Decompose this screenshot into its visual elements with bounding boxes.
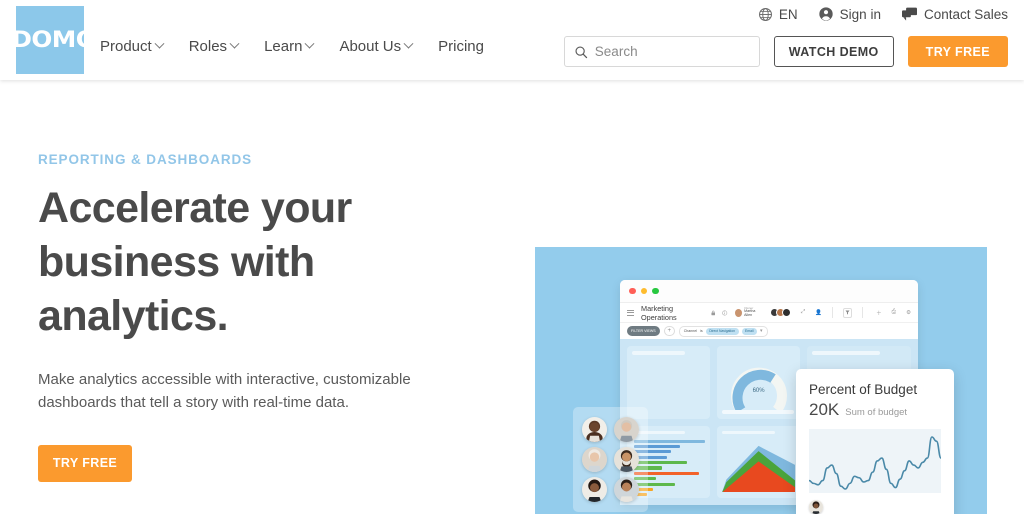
sign-in-link[interactable]: Sign in <box>818 6 881 22</box>
avatar <box>613 416 639 442</box>
utility-navigation: EN Sign in Contact Sales <box>758 6 1008 22</box>
nav-item-about-us[interactable]: About Us <box>339 38 414 55</box>
filter-field: Channel <box>683 329 698 333</box>
hero-section: REPORTING & DASHBOARDS Accelerate your b… <box>0 80 1024 514</box>
filter-operator: is <box>700 329 703 333</box>
close-icon <box>629 287 636 295</box>
globe-icon <box>758 7 772 21</box>
search-box[interactable] <box>563 36 760 67</box>
chat-icon <box>901 7 917 21</box>
site-header: DOMO Product Roles Learn About Us Pricin… <box>0 0 1024 80</box>
stacked-bar-chart <box>632 359 705 407</box>
dashboard-filter-bar: FILTER VIEWS + Channel is Direct Navigat… <box>620 322 918 339</box>
language-label: EN <box>778 6 798 22</box>
chevron-down-icon <box>154 38 165 49</box>
filter-views-chip[interactable]: FILTER VIEWS <box>627 326 660 336</box>
avatar <box>613 477 639 503</box>
nav-item-learn[interactable]: Learn <box>264 38 315 55</box>
budget-value-caption: Sum of budget <box>845 407 908 418</box>
percent-of-budget-chart <box>808 429 942 493</box>
hamburger-icon[interactable] <box>627 309 634 316</box>
hero-subtitle: Make analytics accessible with interacti… <box>38 370 411 412</box>
settings-icon[interactable]: ⚙ <box>906 310 911 316</box>
avatar <box>613 446 639 472</box>
search-input[interactable] <box>594 44 745 59</box>
plus-icon[interactable]: ＋ <box>876 309 882 317</box>
main-navigation: Product Roles Learn About Us Pricing <box>100 38 484 55</box>
dashboard-owner: Owner Martha Allen <box>734 307 762 317</box>
filter-value: Direct Navigation <box>705 327 739 335</box>
info-icon <box>722 309 728 316</box>
owner-text: Owner Martha Allen <box>744 307 762 317</box>
chevron-down-icon: ▾ <box>760 328 763 334</box>
minimize-icon <box>640 287 647 295</box>
nav-label: Roles <box>188 38 228 55</box>
add-person-icon[interactable]: 👤 <box>815 310 822 316</box>
header-actions: WATCH DEMO TRY FREE <box>563 36 1008 67</box>
add-filter-chip[interactable]: + <box>663 326 675 336</box>
share-icon[interactable]: ⤢ <box>801 309 805 316</box>
nav-label: About Us <box>339 38 402 55</box>
toolbar-divider <box>862 307 864 318</box>
logo-text: DOMO <box>11 27 97 53</box>
chevron-down-icon <box>304 38 315 49</box>
chevron-down-icon <box>403 38 414 49</box>
lock-icon <box>711 310 715 315</box>
page-root: DOMO Product Roles Learn About Us Pricin… <box>0 0 1024 514</box>
budget-value-row: 20K Sum of budget <box>809 400 941 420</box>
filter-value: Email <box>741 327 758 335</box>
watch-demo-button[interactable]: WATCH DEMO <box>773 36 894 67</box>
people-panel <box>573 407 648 512</box>
channel-filter-chip[interactable]: Channel is Direct Navigation Email ▾ <box>678 325 768 337</box>
budget-value: 20K <box>809 400 840 419</box>
print-icon[interactable]: ⎙ <box>892 309 896 316</box>
toolbar-divider <box>832 307 834 318</box>
contact-sales-link[interactable]: Contact Sales <box>901 7 1008 22</box>
gauge-value-label: 60% <box>752 388 765 394</box>
try-free-button-header[interactable]: TRY FREE <box>907 36 1008 67</box>
dashboard-title: Marketing Operations <box>641 303 677 322</box>
window-titlebar <box>620 280 918 302</box>
contact-sales-label: Contact Sales <box>923 6 1008 22</box>
chevron-down-icon <box>229 38 240 49</box>
nav-item-product[interactable]: Product <box>100 38 165 55</box>
page-title: Accelerate your business with analytics. <box>38 184 352 341</box>
user-icon <box>819 7 833 21</box>
stacked-area-card[interactable] <box>717 425 801 498</box>
filter-icon[interactable] <box>843 307 853 318</box>
try-free-button-hero[interactable]: TRY FREE <box>38 444 132 482</box>
sign-in-label: Sign in <box>839 6 881 22</box>
stacked-area-chart <box>722 439 796 492</box>
dashboard-toolbar: Marketing Operations Owner Martha Allen … <box>620 302 918 322</box>
avatar <box>734 308 742 317</box>
nav-label: Product <box>100 38 152 55</box>
language-selector[interactable]: EN <box>758 7 798 22</box>
avatar <box>809 500 823 514</box>
nav-label: Pricing <box>438 38 484 55</box>
hero-cta-wrap: TRY FREE <box>38 444 468 482</box>
card-footer-placeholder <box>722 409 794 414</box>
card-title-placeholder <box>722 430 775 434</box>
avatar <box>781 308 791 317</box>
hero-eyebrow: REPORTING & DASHBOARDS <box>38 152 253 167</box>
nav-label: Learn <box>264 38 303 55</box>
search-icon <box>575 45 587 58</box>
percent-of-budget-card[interactable]: Percent of Budget 20K Sum of budget <box>796 369 954 514</box>
budget-card-title: Percent of Budget <box>809 382 918 397</box>
nav-item-pricing[interactable]: Pricing <box>438 38 484 55</box>
avatar <box>582 446 608 472</box>
hero-illustration: Marketing Operations Owner Martha Allen … <box>535 247 987 514</box>
nav-item-roles[interactable]: Roles <box>188 38 240 55</box>
domo-logo[interactable]: DOMO <box>12 6 97 74</box>
maximize-icon <box>652 287 659 295</box>
hero-copy: REPORTING & DASHBOARDS Accelerate your b… <box>38 152 468 482</box>
avatar <box>582 416 608 442</box>
card-title-placeholder <box>632 351 685 355</box>
collaborator-avatars[interactable] <box>769 308 791 317</box>
owner-name: Martha Allen <box>744 309 756 318</box>
gauge-card[interactable]: 60% <box>717 346 801 419</box>
avatar <box>582 477 608 503</box>
card-title-placeholder <box>812 351 880 355</box>
